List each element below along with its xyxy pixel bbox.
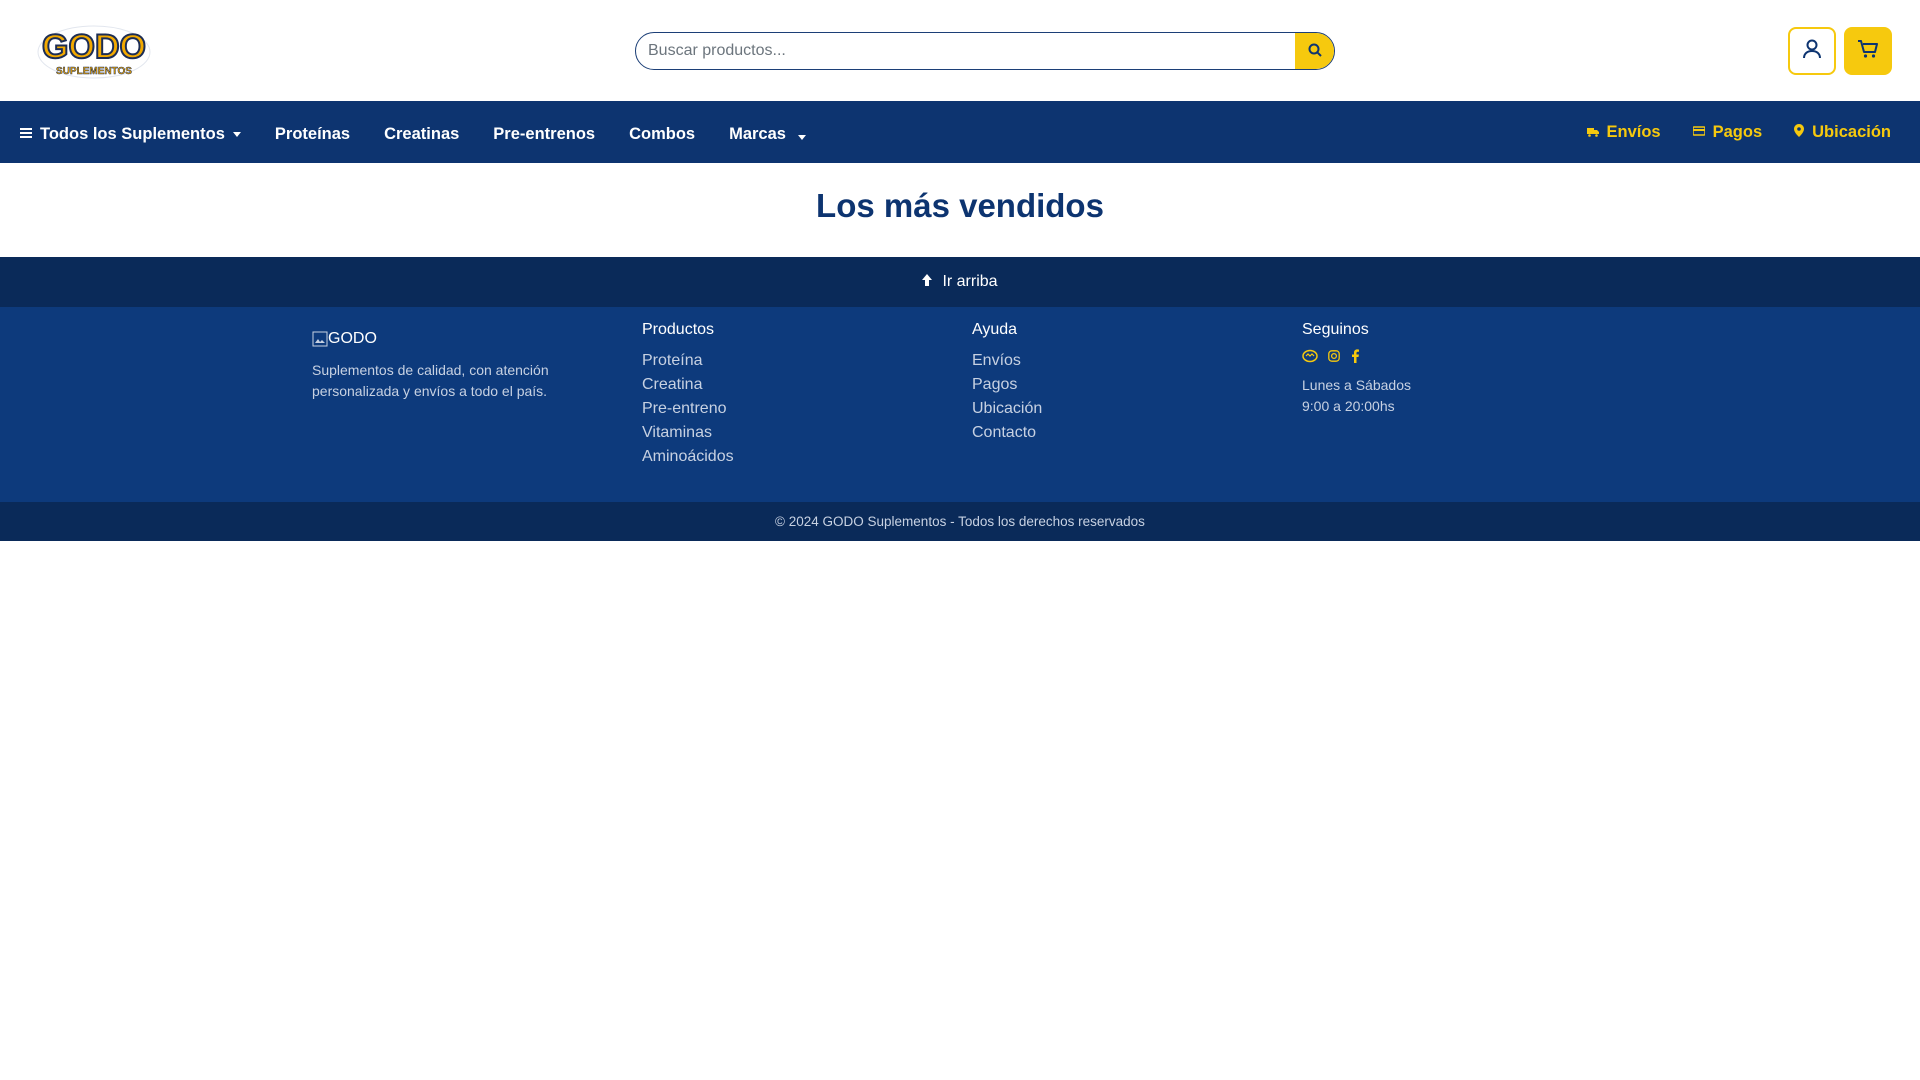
nav-item-payments[interactable]: Pagos [1691, 101, 1763, 163]
arrow-up-icon [922, 273, 942, 291]
nav-item-label: Ubicación [1812, 122, 1891, 141]
search-icon [1308, 43, 1322, 60]
truck-icon [1586, 123, 1599, 142]
social-links [1302, 349, 1411, 363]
chevron-down-icon [232, 131, 241, 137]
footer-logo[interactable]: GODO [312, 330, 572, 348]
back-to-top-button[interactable]: Ir arriba [0, 257, 1920, 307]
section-title: Los más vendidos [816, 187, 1104, 224]
main-nav: Todos los Suplementos Proteínas Creatina… [0, 101, 1920, 163]
footer-link[interactable]: Aminoácidos [642, 445, 734, 469]
nav-item-proteins[interactable]: Proteínas [275, 103, 350, 165]
site-footer: GODO Suplementos de calidad, con atenció… [0, 307, 1920, 502]
footer-link[interactable]: Pre-entreno [642, 397, 734, 421]
cart-icon [1857, 39, 1879, 64]
instagram-icon[interactable] [1328, 350, 1340, 362]
user-icon [1803, 39, 1821, 64]
footer-link[interactable]: Pagos [972, 373, 1042, 397]
nav-categories: Todos los Suplementos Proteínas Creatina… [20, 103, 840, 165]
footer-link[interactable]: Ubicación [972, 397, 1042, 421]
footer-link[interactable]: Creatina [642, 373, 734, 397]
account-button[interactable] [1788, 27, 1836, 75]
nav-item-location[interactable]: Ubicación [1794, 101, 1891, 163]
nav-item-shipping[interactable]: Envíos [1586, 101, 1661, 163]
nav-item-label: Pre-entrenos [493, 124, 596, 143]
nav-info: Envíos Pagos Ubicación [1555, 101, 1891, 163]
credit-card-icon [1691, 123, 1706, 142]
logo-sub-text: SUPLEMENTOS [56, 66, 132, 77]
copyright-bar: © 2024 GODO Suplementos - Todos los dere… [0, 502, 1920, 541]
footer-help-title: Ayuda [972, 321, 1018, 338]
nav-item-brands[interactable]: Marcas [729, 103, 806, 165]
search-button[interactable] [1295, 33, 1334, 69]
main-content: Los más vendidos [0, 163, 1920, 257]
hours-time: 9:00 a 20:00hs [1302, 398, 1395, 414]
footer-description: Suplementos de calidad, con atención per… [312, 362, 549, 399]
footer-follow-title: Seguinos [1302, 321, 1369, 338]
nav-item-label: Combos [629, 124, 696, 143]
logo-main-text: GODO [42, 28, 146, 66]
site-header: GODO SUPLEMENTOS [0, 0, 1920, 101]
chevron-down-icon [797, 134, 806, 140]
footer-brand-column: GODO Suplementos de calidad, con atenció… [312, 321, 572, 402]
nav-item-label: Todos los Suplementos [40, 124, 225, 143]
nav-item-label: Creatinas [384, 124, 460, 143]
facebook-icon[interactable] [1350, 349, 1360, 363]
footer-link[interactable]: Vitaminas [642, 421, 734, 445]
cart-button[interactable] [1844, 27, 1892, 75]
nav-item-creatines[interactable]: Creatinas [384, 103, 459, 165]
footer-help-column: Ayuda Envíos Pagos Ubicación Contacto [972, 321, 1042, 445]
bars-icon [20, 125, 32, 144]
business-hours: Lunes a Sábados 9:00 a 20:00hs [1302, 375, 1411, 417]
mercadolibre-icon[interactable] [1302, 349, 1318, 363]
hours-days: Lunes a Sábados [1302, 377, 1411, 393]
footer-link[interactable]: Proteína [642, 349, 734, 373]
footer-link[interactable]: Contacto [972, 421, 1042, 445]
back-to-top-label: Ir arriba [942, 273, 998, 290]
godo-logo[interactable]: GODO SUPLEMENTOS [34, 18, 154, 82]
broken-image-icon [312, 331, 328, 347]
nav-item-pre-workouts[interactable]: Pre-entrenos [493, 103, 595, 165]
footer-products-title: Productos [642, 321, 715, 338]
map-marker-icon [1794, 123, 1805, 142]
nav-item-label: Pagos [1712, 122, 1763, 141]
nav-item-label: Marcas [729, 124, 786, 143]
footer-social-column: Seguinos Lunes a Sábados 9:00 a 20:00hs [1302, 321, 1411, 417]
copyright-text: © 2024 GODO Suplementos - Todos los dere… [775, 514, 1145, 529]
footer-products-column: Productos Proteína Creatina Pre-entreno … [642, 321, 734, 469]
footer-logo-alt-text: GODO [328, 330, 377, 347]
nav-item-label: Envíos [1606, 122, 1661, 141]
footer-link[interactable]: Envíos [972, 349, 1042, 373]
search-bar [635, 32, 1335, 70]
nav-item-combos[interactable]: Combos [629, 103, 695, 165]
nav-item-label: Proteínas [274, 124, 351, 143]
search-input[interactable] [636, 33, 1295, 69]
nav-item-all-supplements[interactable]: Todos los Suplementos [20, 103, 241, 165]
